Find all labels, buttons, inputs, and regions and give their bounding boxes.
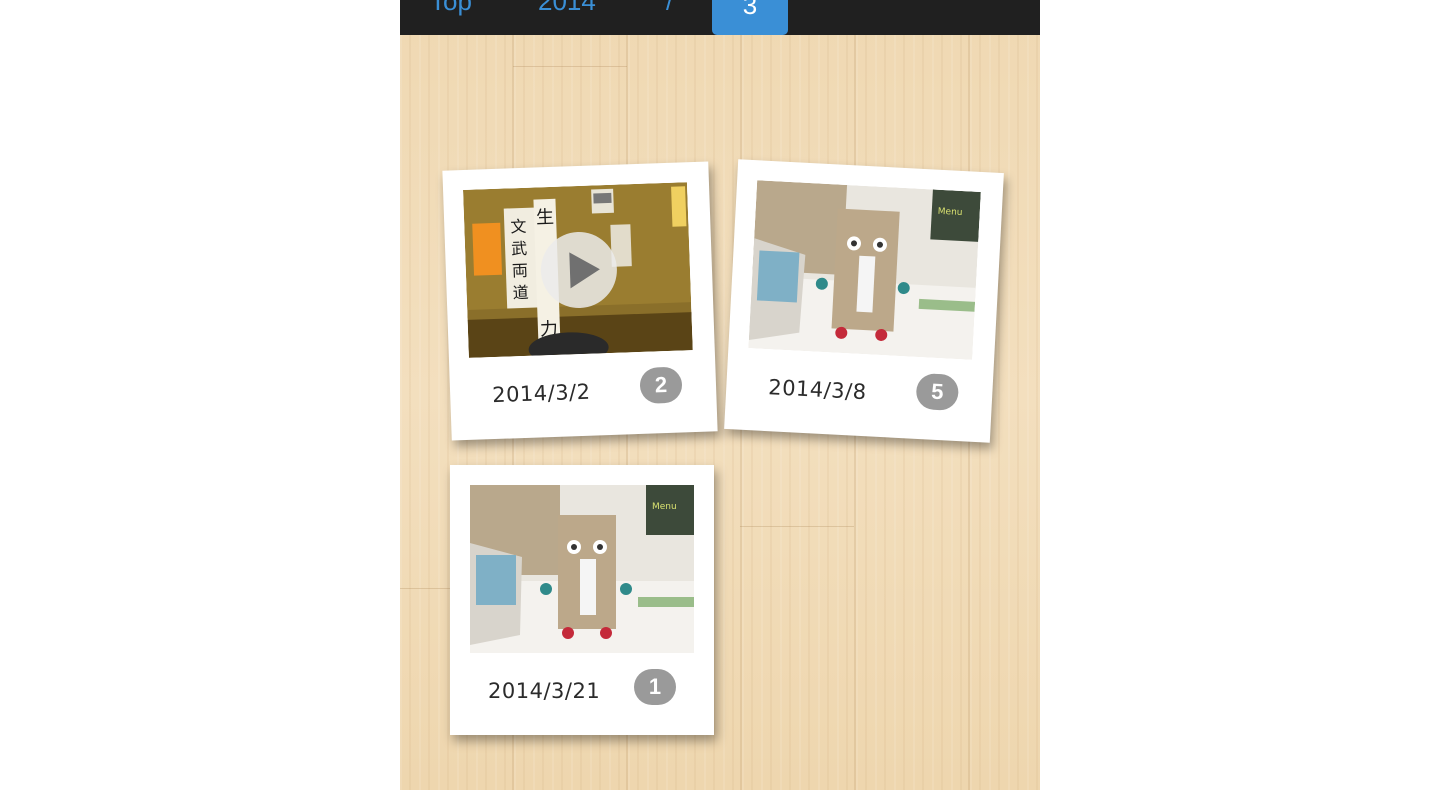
album-card[interactable]: Menu 2014/3/8 5 — [724, 159, 1004, 443]
svg-text:生: 生 — [536, 207, 555, 229]
svg-text:道: 道 — [512, 283, 529, 303]
svg-text:武: 武 — [511, 239, 528, 259]
svg-text:両: 両 — [512, 261, 529, 281]
photo-count-badge: 1 — [634, 669, 676, 705]
wood-seam — [740, 526, 854, 527]
wood-seam — [400, 588, 450, 589]
breadcrumb-month-current[interactable]: 3 — [712, 0, 788, 35]
svg-text:文: 文 — [510, 217, 527, 237]
photo-robot-doll: Menu — [470, 485, 694, 653]
album-date: 2014/3/21 — [488, 679, 601, 703]
album-thumbnail: 文 武 両 道 生 力 — [463, 182, 693, 358]
svg-text:Menu: Menu — [938, 207, 963, 218]
breadcrumb-year-link[interactable]: 2014 — [538, 0, 596, 16]
wood-seam — [513, 66, 627, 67]
album-thumbnail: Menu — [470, 485, 694, 653]
album-thumbnail: Menu — [748, 180, 981, 360]
album-date: 2014/3/8 — [767, 375, 868, 405]
photo-robot-doll: Menu — [748, 180, 981, 360]
album-card[interactable]: 文 武 両 道 生 力 2014/3/2 2 — [442, 161, 718, 441]
breadcrumb-separator: / — [666, 0, 674, 16]
photo-count-badge: 2 — [639, 366, 683, 404]
album-date: 2014/3/2 — [491, 379, 591, 408]
breadcrumb: Top 2014 / 3 — [400, 0, 1040, 35]
svg-text:Menu: Menu — [652, 502, 677, 512]
app-frame: Top 2014 / 3 文 武 両 道 生 力 2014/3/2 2 Menu… — [400, 0, 1040, 790]
photo-count-badge: 5 — [915, 372, 960, 412]
breadcrumb-top-link[interactable]: Top — [430, 0, 472, 16]
album-card[interactable]: Menu 2014/3/21 1 — [450, 465, 714, 735]
